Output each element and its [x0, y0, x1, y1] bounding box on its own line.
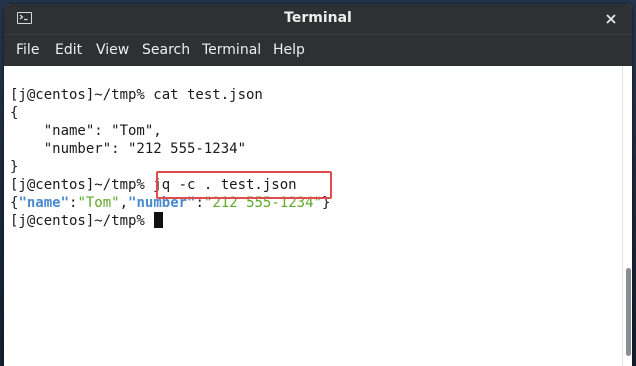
terminal-line-2: { — [10, 105, 19, 121]
prompt: [j@centos]~/tmp% — [10, 213, 145, 229]
terminal-output[interactable]: [j@centos]~/tmp% cat test.json { "name":… — [4, 66, 622, 366]
terminal-line-4: "number": "212 555-1234" — [10, 141, 247, 157]
window-title: Terminal — [284, 10, 352, 26]
menu-terminal[interactable]: Terminal — [202, 35, 261, 65]
scrollbar[interactable] — [622, 66, 632, 366]
prompt: [j@centos]~/tmp% — [10, 87, 145, 103]
terminal-line-1: [j@centos]~/tmp% cat test.json — [10, 86, 263, 104]
command-text: cat test.json — [144, 87, 263, 103]
menu-view[interactable]: View — [96, 35, 129, 65]
desktop: Terminal File Edit View Search Terminal … — [0, 0, 636, 366]
json-key-name: "name" — [18, 195, 70, 211]
menu-search[interactable]: Search — [142, 35, 190, 65]
menu-help[interactable]: Help — [273, 35, 305, 65]
prompt: [j@centos]~/tmp% — [10, 177, 145, 193]
menu-bar: File Edit View Search Terminal Help — [4, 34, 632, 66]
terminal-line-5: } — [10, 159, 19, 175]
menu-file[interactable]: File — [16, 35, 39, 65]
text-cursor — [154, 212, 164, 228]
scrollbar-thumb[interactable] — [626, 268, 631, 356]
close-button[interactable] — [604, 11, 618, 25]
json-value-name: "Tom" — [77, 195, 120, 211]
close-icon — [606, 14, 616, 24]
menu-edit[interactable]: Edit — [55, 35, 82, 65]
command-highlight-box — [156, 171, 332, 199]
title-bar[interactable]: Terminal — [4, 4, 632, 34]
terminal-line-8: [j@centos]~/tmp% — [10, 212, 164, 230]
json-comma: , — [119, 195, 129, 211]
terminal-line-3: "name": "Tom", — [10, 123, 162, 139]
terminal-window: Terminal File Edit View Search Terminal … — [4, 4, 632, 366]
